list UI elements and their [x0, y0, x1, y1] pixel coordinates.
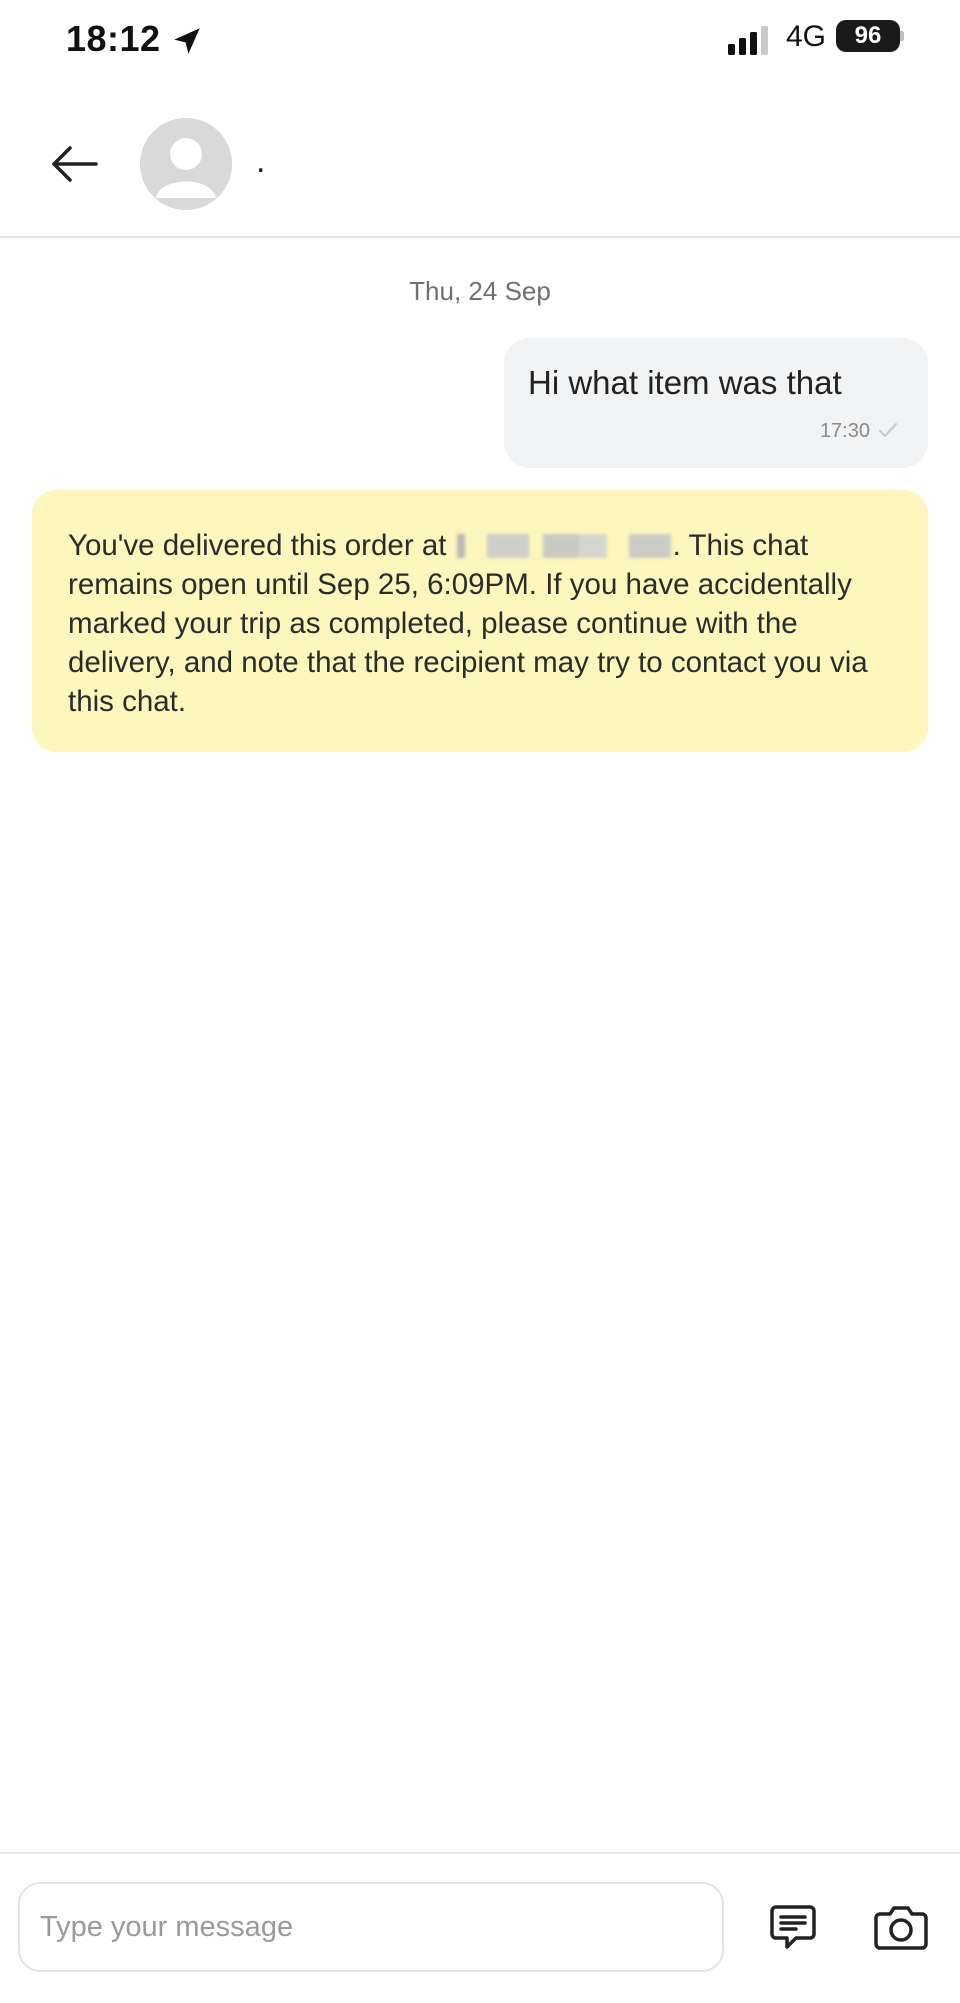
message-text: Hi what item was that	[528, 364, 842, 401]
cellular-signal-icon	[728, 26, 768, 55]
arrow-left-icon	[52, 146, 98, 182]
composer-divider	[0, 1852, 960, 1854]
outgoing-message-bubble[interactable]: Hi what item was that 17:30	[504, 338, 928, 468]
location-arrow-icon	[174, 28, 200, 54]
message-timestamp: 17:30	[819, 420, 870, 442]
message-template-icon	[770, 1905, 816, 1949]
status-time: 18:12	[66, 18, 161, 59]
back-button[interactable]	[44, 134, 104, 194]
chat-header: .	[0, 90, 960, 238]
redacted-address	[456, 534, 671, 558]
quick-reply-button[interactable]	[768, 1902, 818, 1952]
camera-icon	[874, 1906, 928, 1950]
camera-button[interactable]	[874, 1902, 928, 1952]
check-icon	[879, 423, 897, 437]
person-placeholder-icon	[140, 118, 232, 210]
battery-nub	[900, 31, 904, 41]
message-input[interactable]	[18, 1882, 724, 1972]
contact-name: .	[256, 142, 266, 180]
date-separator: Thu, 24 Sep	[409, 276, 551, 306]
status-bar: 18:12 4G 96	[0, 0, 960, 90]
notice-text-before: You've delivered this order at	[68, 529, 455, 562]
network-type: 4G	[786, 20, 827, 53]
avatar[interactable]	[140, 118, 232, 210]
battery-level: 96	[836, 20, 900, 52]
notice-text: You've delivered this order at . This ch…	[68, 526, 894, 721]
system-notice: You've delivered this order at . This ch…	[32, 490, 928, 752]
